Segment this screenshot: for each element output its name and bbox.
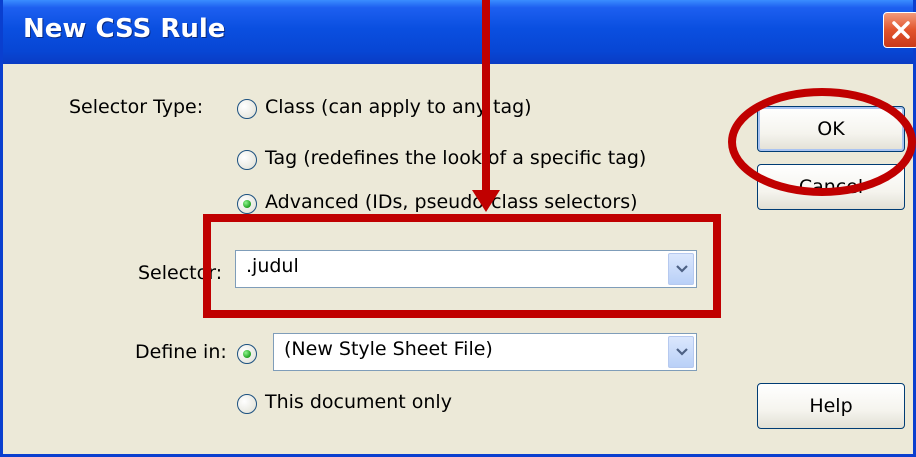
selector-label: Selector:: [138, 262, 223, 284]
define-in-value[interactable]: (New Style Sheet File): [284, 338, 493, 360]
ok-button-label: OK: [817, 118, 845, 140]
ok-button[interactable]: OK: [757, 106, 905, 152]
radio-class[interactable]: [237, 99, 257, 119]
chevron-down-icon: [676, 265, 688, 273]
define-in-label: Define in:: [135, 341, 227, 363]
radio-new-style-sheet[interactable]: [237, 344, 257, 364]
radio-tag[interactable]: [237, 150, 257, 170]
radio-class-label[interactable]: Class (can apply to any tag): [265, 96, 532, 118]
title-bar[interactable]: New CSS Rule: [3, 0, 916, 64]
radio-this-document-label[interactable]: This document only: [265, 391, 452, 413]
window-title: New CSS Rule: [23, 14, 226, 44]
chevron-down-icon: [676, 348, 688, 356]
new-css-rule-dialog: New CSS Rule Selector Type: Class (can a…: [0, 0, 916, 457]
define-in-dropdown-button[interactable]: [668, 336, 694, 368]
radio-tag-label[interactable]: Tag (redefines the look of a specific ta…: [265, 147, 646, 169]
help-button[interactable]: Help: [757, 383, 905, 429]
close-button[interactable]: [883, 12, 916, 48]
define-in-combobox[interactable]: (New Style Sheet File): [273, 333, 697, 371]
close-icon: [892, 21, 910, 39]
radio-advanced[interactable]: [237, 194, 257, 214]
radio-advanced-label[interactable]: Advanced (IDs, pseudo-class selectors): [265, 191, 638, 213]
selector-type-label: Selector Type:: [69, 96, 204, 118]
selector-dropdown-button[interactable]: [668, 253, 694, 285]
cancel-button-label: Cancel: [798, 176, 864, 198]
radio-this-document[interactable]: [237, 394, 257, 414]
selector-value[interactable]: .judul: [246, 255, 299, 277]
help-button-label: Help: [809, 395, 853, 417]
selector-combobox[interactable]: .judul: [235, 250, 697, 288]
cancel-button[interactable]: Cancel: [757, 164, 905, 210]
